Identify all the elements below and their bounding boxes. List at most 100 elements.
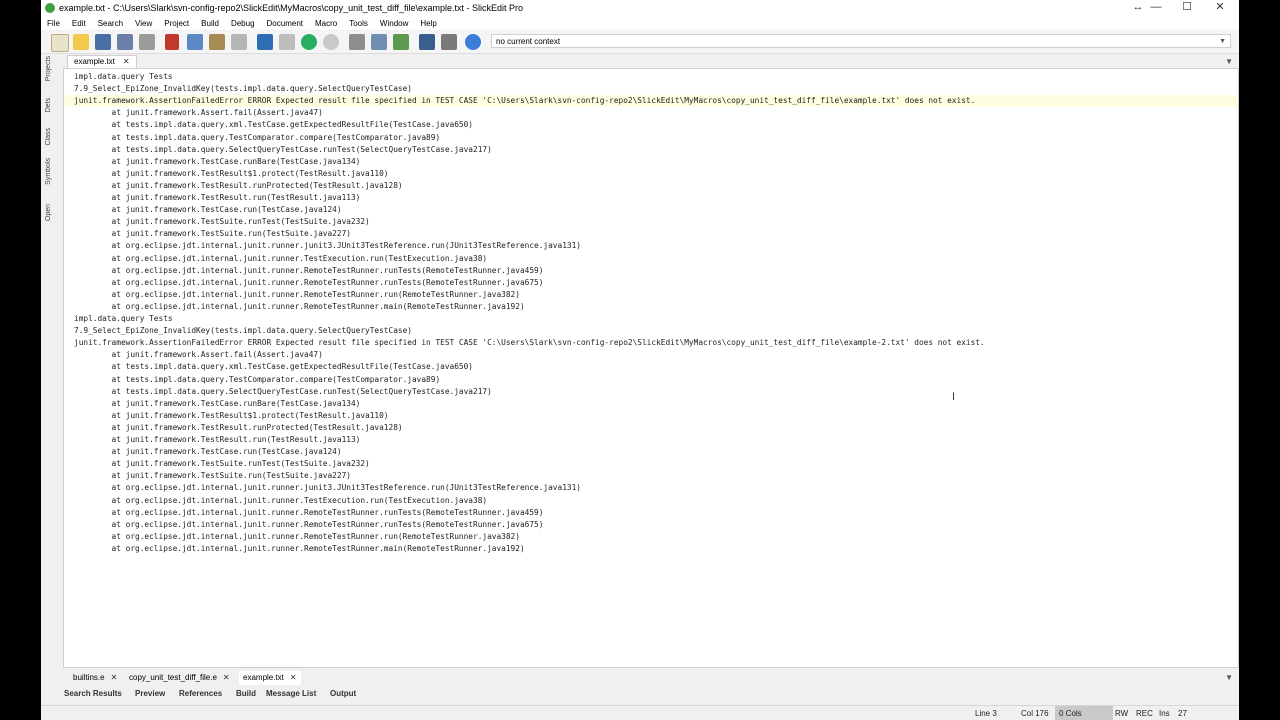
- tab-output[interactable]: Output: [330, 687, 356, 701]
- sidetab-open[interactable]: Open: [45, 204, 52, 221]
- editor-line[interactable]: at org.eclipse.jdt.internal.junit.runner…: [74, 507, 544, 519]
- menu-help[interactable]: Help: [414, 19, 442, 28]
- tab-example-txt[interactable]: example.txt ✕: [67, 55, 137, 69]
- editor-line[interactable]: at junit.framework.TestSuite.run(TestSui…: [74, 228, 351, 240]
- menu-tools[interactable]: Tools: [343, 19, 374, 28]
- editor-line[interactable]: at tests.impl.data.query.SelectQueryTest…: [74, 144, 492, 156]
- editor-line[interactable]: at junit.framework.TestCase.runBare(Test…: [74, 398, 361, 410]
- redo-icon[interactable]: [279, 34, 295, 50]
- menu-window[interactable]: Window: [374, 19, 414, 28]
- editor-line[interactable]: at tests.impl.data.query.xml.TestCase.ge…: [74, 119, 473, 131]
- help-icon[interactable]: [465, 34, 481, 50]
- editor-line[interactable]: at junit.framework.TestCase.run(TestCase…: [74, 446, 342, 458]
- editor-line[interactable]: at junit.framework.TestCase.runBare(Test…: [74, 156, 361, 168]
- save-icon[interactable]: [95, 34, 111, 50]
- editor-line[interactable]: at org.eclipse.jdt.internal.junit.runner…: [74, 240, 581, 252]
- status-ins[interactable]: Ins: [1155, 706, 1174, 720]
- menu-edit[interactable]: Edit: [66, 19, 92, 28]
- editor-line[interactable]: at tests.impl.data.query.TestComparator.…: [74, 374, 441, 386]
- maximize-button[interactable]: ☐: [1172, 0, 1202, 16]
- menu-debug[interactable]: Debug: [225, 19, 261, 28]
- editor-line[interactable]: at junit.framework.TestResult.run(TestRe…: [74, 192, 361, 204]
- status-rw[interactable]: RW: [1111, 706, 1132, 720]
- editor-line[interactable]: at junit.framework.TestResult$1.protect(…: [74, 168, 389, 180]
- tab-list-icon[interactable]: ▼: [1225, 57, 1233, 66]
- new-file-icon[interactable]: [51, 34, 69, 52]
- editor-line[interactable]: at junit.framework.TestSuite.run(TestSui…: [74, 470, 351, 482]
- close-icon[interactable]: ✕: [290, 671, 297, 685]
- copy-icon[interactable]: [187, 34, 203, 50]
- editor-line[interactable]: at org.eclipse.jdt.internal.junit.runner…: [74, 301, 525, 313]
- editor-line[interactable]: impl.data.query Tests: [74, 313, 173, 325]
- editor-line[interactable]: at junit.framework.TestResult$1.protect(…: [74, 410, 389, 422]
- tab-example-txt-bottom[interactable]: example.txt ✕: [239, 671, 301, 685]
- close-window-button[interactable]: ✕: [1205, 0, 1235, 16]
- editor-line[interactable]: 7.9_Select_EpiZone_InvalidKey(tests.impl…: [74, 83, 412, 95]
- references-icon[interactable]: [441, 34, 457, 50]
- menu-project[interactable]: Project: [158, 19, 195, 28]
- menu-search[interactable]: Search: [92, 19, 129, 28]
- tab-references[interactable]: References: [179, 687, 222, 701]
- cut-icon[interactable]: [165, 34, 179, 50]
- find-in-files-icon[interactable]: [371, 34, 387, 50]
- print-icon[interactable]: [139, 34, 155, 50]
- editor-line[interactable]: junit.framework.AssertionFailedError ERR…: [74, 337, 985, 349]
- back-icon[interactable]: [301, 34, 317, 50]
- editor-line[interactable]: at junit.framework.TestSuite.runTest(Tes…: [74, 458, 370, 470]
- editor-line[interactable]: at org.eclipse.jdt.internal.junit.runner…: [74, 289, 520, 301]
- select-icon[interactable]: [231, 34, 247, 50]
- tag-icon[interactable]: [419, 34, 435, 50]
- editor-line[interactable]: at org.eclipse.jdt.internal.junit.runner…: [74, 253, 488, 265]
- sidetab-class[interactable]: Class: [45, 128, 52, 146]
- editor-line[interactable]: at org.eclipse.jdt.internal.junit.runner…: [74, 519, 544, 531]
- context-combobox[interactable]: no current context ▼: [491, 34, 1231, 48]
- tab-search-results[interactable]: Search Results: [64, 687, 122, 701]
- tab-preview[interactable]: Preview: [135, 687, 165, 701]
- editor-line[interactable]: at org.eclipse.jdt.internal.junit.runner…: [74, 482, 581, 494]
- editor-line[interactable]: at junit.framework.TestCase.run(TestCase…: [74, 204, 342, 216]
- open-folder-icon[interactable]: [73, 34, 89, 50]
- replace-icon[interactable]: [393, 34, 409, 50]
- minimize-button[interactable]: —: [1141, 0, 1171, 16]
- editor-line[interactable]: at org.eclipse.jdt.internal.junit.runner…: [74, 543, 525, 555]
- editor-line[interactable]: at org.eclipse.jdt.internal.junit.runner…: [74, 277, 544, 289]
- menu-view[interactable]: View: [129, 19, 158, 28]
- editor-line[interactable]: at tests.impl.data.query.TestComparator.…: [74, 132, 441, 144]
- editor-area[interactable]: I impl.data.query Tests 7.9_Select_EpiZon…: [63, 68, 1239, 668]
- sidetab-defs[interactable]: Defs: [45, 98, 52, 112]
- tab-builtins-e[interactable]: builtins.e ✕: [69, 671, 121, 685]
- editor-line[interactable]: at tests.impl.data.query.SelectQueryTest…: [74, 386, 492, 398]
- close-icon[interactable]: ✕: [111, 671, 118, 685]
- paste-icon[interactable]: [209, 34, 225, 50]
- editor-line[interactable]: at junit.framework.TestResult.runProtect…: [74, 180, 403, 192]
- menu-document[interactable]: Document: [261, 19, 309, 28]
- tab-copy-unit-test-diff-file[interactable]: copy_unit_test_diff_file.e ✕: [125, 671, 234, 685]
- editor-line[interactable]: at junit.framework.TestResult.run(TestRe…: [74, 434, 361, 446]
- save-all-icon[interactable]: [117, 34, 133, 50]
- tab-message-list[interactable]: Message List: [266, 687, 316, 701]
- chevron-down-icon[interactable]: ▼: [1219, 35, 1226, 49]
- editor-line[interactable]: at junit.framework.Assert.fail(Assert.ja…: [74, 107, 323, 119]
- editor-line[interactable]: at junit.framework.Assert.fail(Assert.ja…: [74, 349, 323, 361]
- tab-list-icon[interactable]: ▼: [1225, 673, 1233, 682]
- menu-build[interactable]: Build: [195, 19, 225, 28]
- editor-line[interactable]: at junit.framework.TestSuite.runTest(Tes…: [74, 216, 370, 228]
- editor-line[interactable]: at org.eclipse.jdt.internal.junit.runner…: [74, 265, 544, 277]
- forward-icon[interactable]: [323, 34, 339, 50]
- current-line[interactable]: junit.framework.AssertionFailedError ERR…: [64, 95, 1238, 108]
- menu-file[interactable]: File: [41, 19, 66, 28]
- menu-macro[interactable]: Macro: [309, 19, 343, 28]
- sidetab-projects[interactable]: Projects: [45, 56, 52, 81]
- editor-line[interactable]: at junit.framework.TestResult.runProtect…: [74, 422, 403, 434]
- editor-line[interactable]: at tests.impl.data.query.xml.TestCase.ge…: [74, 361, 473, 373]
- editor-line[interactable]: at org.eclipse.jdt.internal.junit.runner…: [74, 531, 520, 543]
- find-icon[interactable]: [349, 34, 365, 50]
- editor-line[interactable]: 7.9_Select_EpiZone_InvalidKey(tests.impl…: [74, 325, 412, 337]
- status-rec[interactable]: REC: [1132, 706, 1157, 720]
- sidetab-symbols[interactable]: Symbols: [45, 158, 52, 185]
- tab-build[interactable]: Build: [236, 687, 256, 701]
- close-icon[interactable]: ✕: [223, 671, 230, 685]
- editor-line[interactable]: at org.eclipse.jdt.internal.junit.runner…: [74, 495, 488, 507]
- undo-icon[interactable]: [257, 34, 273, 50]
- editor-line[interactable]: impl.data.query Tests: [74, 71, 173, 83]
